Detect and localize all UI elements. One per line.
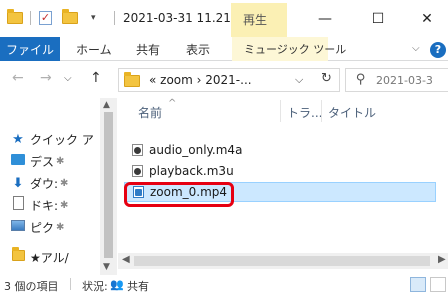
customize-quick-access-icon[interactable]: ▾ bbox=[91, 8, 96, 28]
status-divider bbox=[70, 278, 71, 290]
pin-icon: ✱ bbox=[60, 199, 69, 211]
recent-locations-icon[interactable]: ⌵ bbox=[64, 73, 72, 84]
sidebar-item-label: クイック ア bbox=[30, 132, 94, 147]
minimize-button[interactable]: — bbox=[302, 0, 348, 37]
scrollbar-thumb[interactable] bbox=[104, 112, 113, 258]
navigation-scrollbar[interactable]: ▲ ▼ bbox=[100, 98, 117, 275]
address-dropdown-icon[interactable]: ⌵ bbox=[295, 73, 303, 87]
toolbar-divider bbox=[114, 11, 115, 25]
download-icon: ⬇ bbox=[12, 175, 24, 191]
share-status-label: 状況: bbox=[82, 280, 108, 293]
sidebar-item-label: ★アル/ bbox=[30, 250, 69, 265]
address-path[interactable]: « zoom › 2021-... bbox=[149, 73, 252, 87]
navigation-pane: ★ クイック ア デス ✱ ⬇ ダウ: ✱ ドキ: ✱ ピク ✱ ★アル/ ▲ … bbox=[0, 98, 118, 275]
item-count: 3 個の項目 bbox=[4, 280, 59, 293]
pin-icon: ✱ bbox=[60, 177, 69, 189]
tab-view[interactable]: 表示 bbox=[186, 41, 210, 58]
sidebar-item-label: ドキ: bbox=[30, 198, 59, 213]
tab-file[interactable]: ファイル bbox=[0, 37, 60, 61]
up-button[interactable]: ↑ bbox=[90, 70, 102, 86]
scroll-left-icon[interactable]: ◀ bbox=[122, 254, 130, 265]
details-view-button[interactable] bbox=[410, 277, 426, 292]
sidebar-item-label: ダウ: bbox=[30, 176, 59, 191]
search-icon: ⚲ bbox=[356, 72, 366, 87]
column-header-title[interactable]: タイトル bbox=[328, 104, 376, 130]
column-header-name[interactable]: ^ 名前 bbox=[138, 98, 176, 130]
file-name: playback.m3u bbox=[149, 164, 234, 178]
pictures-icon bbox=[10, 219, 26, 235]
tab-music-tools[interactable]: ミュージック ツール bbox=[244, 41, 346, 57]
file-name: audio_only.m4a bbox=[149, 143, 243, 157]
horizontal-scrollbar[interactable]: ◀ ▶ bbox=[118, 253, 448, 269]
properties-checkbox-icon[interactable]: ✓ bbox=[39, 8, 52, 28]
share-status-value: 共有 bbox=[127, 280, 149, 293]
list-item[interactable]: audio_only.m4a bbox=[124, 140, 444, 160]
large-icons-view-button[interactable] bbox=[430, 277, 446, 292]
column-divider[interactable] bbox=[280, 100, 281, 122]
address-bar[interactable]: « zoom › 2021-... ⌵ ↻ bbox=[118, 68, 340, 92]
close-button[interactable]: ✕ bbox=[404, 0, 448, 37]
star-icon: ★ bbox=[12, 131, 24, 147]
new-folder-icon[interactable] bbox=[62, 8, 78, 28]
pin-icon: ✱ bbox=[56, 221, 65, 233]
back-button[interactable]: ← bbox=[12, 70, 24, 86]
audio-file-icon bbox=[132, 144, 143, 156]
sidebar-item-label: デス bbox=[30, 154, 55, 169]
pin-icon: ✱ bbox=[56, 155, 65, 167]
scroll-down-icon[interactable]: ▼ bbox=[103, 262, 110, 272]
folder-icon bbox=[7, 8, 23, 28]
column-header-track[interactable]: トラ... bbox=[287, 104, 322, 130]
sidebar-item-label: ピク bbox=[30, 220, 55, 235]
search-box[interactable]: ⚲ 2021-03-3 bbox=[345, 68, 448, 92]
refresh-icon[interactable]: ↻ bbox=[321, 71, 332, 86]
column-divider[interactable] bbox=[321, 100, 322, 122]
documents-icon bbox=[10, 196, 26, 214]
playlist-file-icon bbox=[132, 165, 143, 177]
expand-ribbon-icon[interactable]: ⌵ bbox=[412, 43, 420, 54]
users-icon: 👥 bbox=[110, 278, 124, 291]
title-bar: ✓ ▾ 2021-03-31 11.21.0... 再生 — ☐ ✕ bbox=[0, 0, 448, 37]
ribbon-tabs: ファイル ホーム 共有 表示 ミュージック ツール ⌵ ? bbox=[0, 37, 448, 61]
help-icon[interactable]: ? bbox=[430, 42, 446, 58]
status-bar: 3 個の項目 状況: 👥 共有 bbox=[0, 275, 448, 295]
context-tab-label: 再生 bbox=[243, 13, 268, 27]
context-tab-play[interactable]: 再生 bbox=[231, 3, 287, 37]
folder-icon bbox=[10, 246, 26, 265]
highlight-annotation bbox=[124, 182, 234, 207]
forward-button[interactable]: → bbox=[40, 70, 52, 86]
sort-caret-icon: ^ bbox=[168, 98, 177, 109]
address-toolbar: ← → ⌵ ↑ « zoom › 2021-... ⌵ ↻ ⚲ 2021-03-… bbox=[0, 62, 448, 98]
tab-share[interactable]: 共有 bbox=[136, 41, 160, 58]
folder-icon bbox=[124, 72, 140, 87]
desktop-icon bbox=[10, 153, 26, 169]
scrollbar-thumb[interactable] bbox=[134, 256, 430, 266]
scroll-right-icon[interactable]: ▶ bbox=[438, 254, 446, 265]
list-item[interactable]: playback.m3u bbox=[124, 161, 444, 181]
tab-home[interactable]: ホーム bbox=[76, 41, 112, 58]
column-header-label: 名前 bbox=[138, 106, 163, 120]
maximize-button[interactable]: ☐ bbox=[355, 0, 401, 37]
scroll-up-icon[interactable]: ▲ bbox=[103, 100, 110, 110]
search-input[interactable]: 2021-03-3 bbox=[376, 74, 433, 87]
toolbar-divider bbox=[30, 11, 31, 25]
